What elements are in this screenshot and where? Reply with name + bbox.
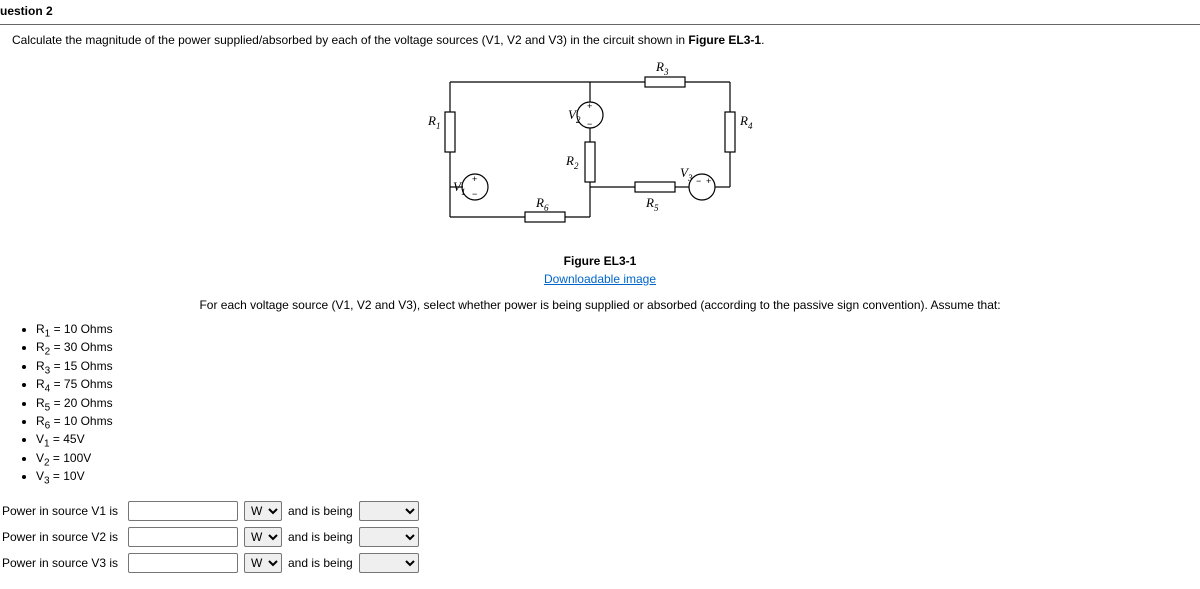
label-R5: R5 <box>645 195 659 213</box>
list-item: R1 = 10 Ohms <box>36 322 1200 339</box>
power-v3-input[interactable] <box>128 553 238 573</box>
answer-row-v3: Power in source V3 is W and is being <box>0 553 1200 573</box>
circuit-figure: + − − + + − R1 R2 R3 R4 R5 R6 V1 V2 V3 F… <box>390 57 810 286</box>
svg-text:−: − <box>472 189 477 199</box>
question-prompt: Calculate the magnitude of the power sup… <box>0 33 1200 47</box>
row-label: Power in source V1 is <box>2 504 122 518</box>
divider <box>0 24 1200 25</box>
answer-row-v1: Power in source V1 is W and is being <box>0 501 1200 521</box>
label-V3: V3 <box>680 165 693 183</box>
mode-select-v1[interactable] <box>359 501 419 521</box>
list-item: R5 = 20 Ohms <box>36 396 1200 413</box>
prompt-figure-ref: Figure EL3-1 <box>688 33 761 47</box>
given-values-list: R1 = 10 Ohms R2 = 30 Ohms R3 = 15 Ohms R… <box>0 322 1200 487</box>
unit-select-v2[interactable]: W <box>244 527 282 547</box>
power-v2-input[interactable] <box>128 527 238 547</box>
mode-select-v2[interactable] <box>359 527 419 547</box>
figure-caption: Figure EL3-1 <box>390 254 810 268</box>
svg-text:+: + <box>587 101 592 111</box>
prompt-text-pre: Calculate the magnitude of the power sup… <box>12 33 688 47</box>
question-title: uestion 2 <box>0 0 1200 22</box>
sub-prompt: For each voltage source (V1, V2 and V3),… <box>0 298 1200 312</box>
list-item: V1 = 45V <box>36 432 1200 449</box>
label-R6: R6 <box>535 195 549 213</box>
list-item: V2 = 100V <box>36 451 1200 468</box>
label-R3: R3 <box>655 59 669 77</box>
list-item: R4 = 75 Ohms <box>36 377 1200 394</box>
answer-row-v2: Power in source V2 is W and is being <box>0 527 1200 547</box>
label-R1: R1 <box>427 113 440 131</box>
svg-text:−: − <box>696 176 701 186</box>
prompt-text-post: . <box>761 33 764 47</box>
downloadable-image-link[interactable]: Downloadable image <box>390 272 810 286</box>
power-v1-input[interactable] <box>128 501 238 521</box>
question-header: uestion 2 <box>0 0 1200 25</box>
svg-text:+: + <box>472 174 477 184</box>
conj-text: and is being <box>288 530 353 544</box>
row-label: Power in source V2 is <box>2 530 122 544</box>
label-V2: V2 <box>568 107 581 125</box>
unit-select-v1[interactable]: W <box>244 501 282 521</box>
figure-container: + − − + + − R1 R2 R3 R4 R5 R6 V1 V2 V3 F… <box>0 57 1200 292</box>
conj-text: and is being <box>288 504 353 518</box>
conj-text: and is being <box>288 556 353 570</box>
list-item: R2 = 30 Ohms <box>36 340 1200 357</box>
mode-select-v3[interactable] <box>359 553 419 573</box>
svg-text:+: + <box>706 176 711 186</box>
list-item: R6 = 10 Ohms <box>36 414 1200 431</box>
label-R4: R4 <box>739 113 753 131</box>
unit-select-v3[interactable]: W <box>244 553 282 573</box>
svg-text:−: − <box>587 119 592 129</box>
label-R2: R2 <box>565 153 579 171</box>
row-label: Power in source V3 is <box>2 556 122 570</box>
list-item: V3 = 10V <box>36 469 1200 486</box>
list-item: R3 = 15 Ohms <box>36 359 1200 376</box>
circuit-svg: + − − + + − R1 R2 R3 R4 R5 R6 V1 V2 V3 <box>390 57 810 247</box>
